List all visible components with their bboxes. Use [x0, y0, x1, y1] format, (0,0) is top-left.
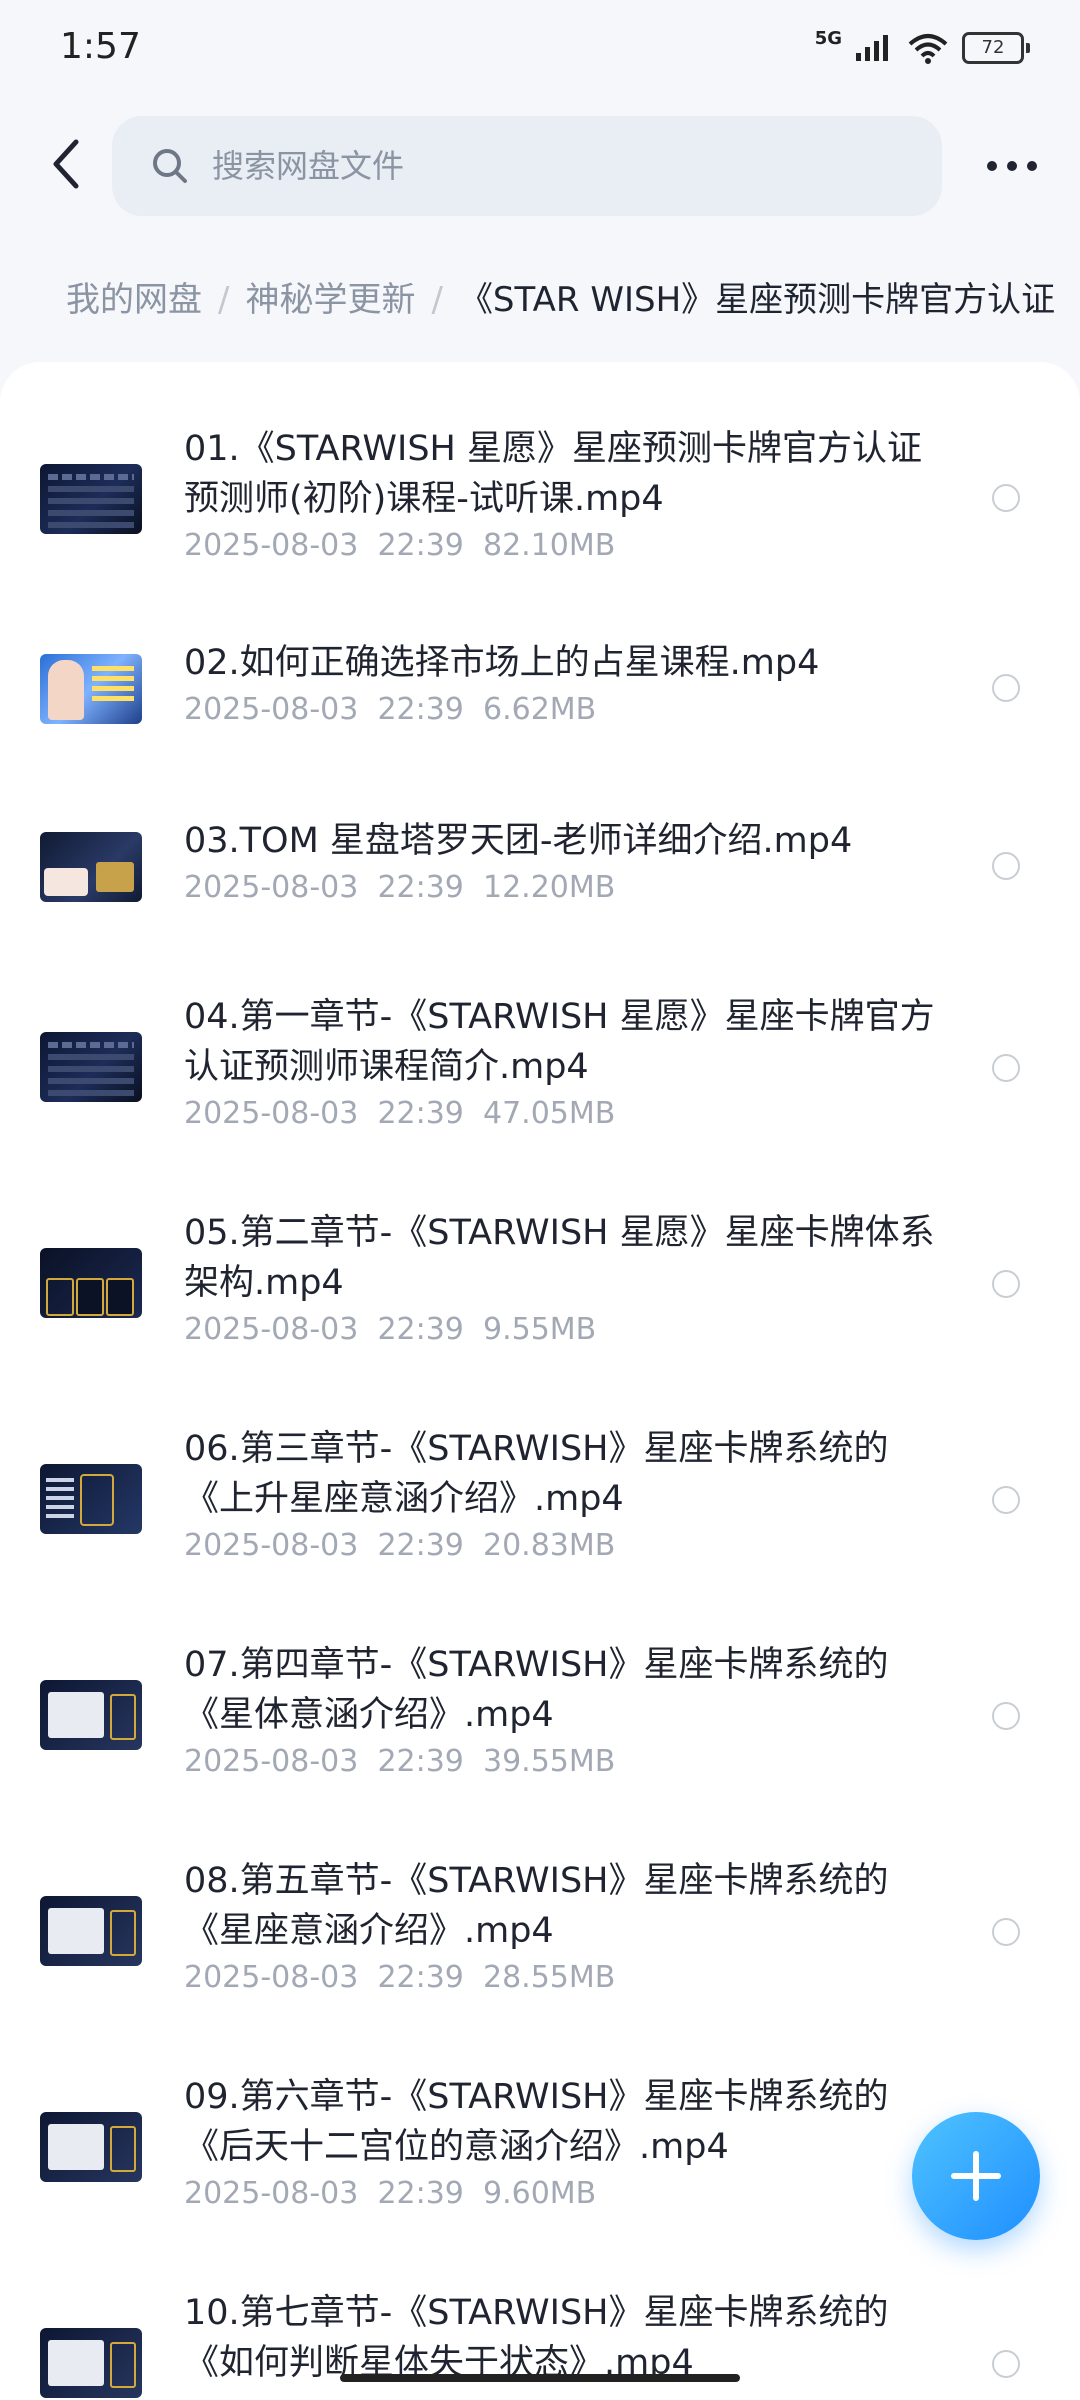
- file-date: 2025-08-03: [184, 528, 359, 563]
- file-name: 04.第一章节-《STARWISH 星愿》星座卡牌官方认证预测师课程简介.mp4: [184, 997, 935, 1087]
- select-checkbox[interactable]: [992, 1270, 1020, 1298]
- file-date: 2025-08-03: [184, 1312, 359, 1347]
- file-time: 22:39: [377, 1528, 464, 1563]
- video-thumbnail: [40, 638, 142, 740]
- breadcrumb: 我的网盘 / 神秘学更新 / 《STAR WISH》星座预测卡牌官方认证: [66, 272, 1080, 321]
- file-date: 2025-08-03: [184, 1744, 359, 1779]
- file-name: 06.第三章节-《STARWISH》星座卡牌系统的《上升星座意涵介绍》.mp4: [184, 1429, 889, 1519]
- file-size: 6.62MB: [482, 692, 597, 727]
- file-size: 82.10MB: [482, 528, 616, 563]
- file-time: 22:39: [377, 692, 464, 727]
- more-button[interactable]: [980, 136, 1044, 196]
- signal-icon: [856, 35, 888, 61]
- file-name: 02.如何正确选择市场上的占星课程.mp4: [184, 643, 820, 683]
- file-meta: 2025-08-03 22:39 82.10MB: [184, 528, 615, 563]
- chevron-left-icon: [53, 139, 79, 189]
- file-date: 2025-08-03: [184, 870, 359, 905]
- file-date: 2025-08-03: [184, 692, 359, 727]
- file-name: 07.第四章节-《STARWISH》星座卡牌系统的《星体意涵介绍》.mp4: [184, 1645, 889, 1735]
- select-checkbox[interactable]: [992, 2350, 1020, 2378]
- file-size: 39.55MB: [482, 1744, 616, 1779]
- file-size: 9.60MB: [482, 2176, 597, 2211]
- video-thumbnail: [40, 1664, 142, 1766]
- status-bar: 1:57 5G 72: [0, 0, 1080, 100]
- file-time: 22:39: [377, 1744, 464, 1779]
- breadcrumb-separator: /: [431, 280, 443, 320]
- video-thumbnail: [40, 1880, 142, 1982]
- video-thumbnail: [40, 448, 142, 550]
- file-name: 09.第六章节-《STARWISH》星座卡牌系统的《后天十二宫位的意涵介绍》.m…: [184, 2077, 889, 2167]
- file-size: 20.83MB: [482, 1528, 616, 1563]
- status-time: 1:57: [60, 26, 141, 67]
- file-time: 22:39: [377, 528, 464, 563]
- file-date: 2025-08-03: [184, 2176, 359, 2211]
- top-bar: [0, 110, 1080, 220]
- file-time: 22:39: [377, 1960, 464, 1995]
- file-size: 47.05MB: [482, 1096, 616, 1131]
- back-button[interactable]: [36, 134, 96, 194]
- file-size: 28.55MB: [482, 1960, 616, 1995]
- video-thumbnail: [40, 2312, 142, 2400]
- file-name: 01.《STARWISH 星愿》星座预测卡牌官方认证预测师(初阶)课程-试听课.…: [184, 429, 922, 519]
- file-meta: 2025-08-03 22:39 28.55MB: [184, 1960, 615, 1995]
- file-name: 10.第七章节-《STARWISH》星座卡牌系统的《如何判断星体失于状态》.mp…: [184, 2293, 889, 2383]
- file-size: 12.20MB: [482, 870, 616, 905]
- wifi-icon: [908, 34, 948, 64]
- file-meta: 2025-08-03 22:39 9.60MB: [184, 2176, 596, 2211]
- breadcrumb-item-current: 《STAR WISH》星座预测卡牌官方认证: [458, 280, 1056, 320]
- file-meta: 2025-08-03 22:39 47.05MB: [184, 1096, 615, 1131]
- battery-indicator: 72: [962, 32, 1030, 64]
- breadcrumb-item-folder[interactable]: 神秘学更新: [245, 280, 415, 320]
- file-meta: 2025-08-03 22:39 6.62MB: [184, 692, 596, 727]
- file-size: 9.55MB: [482, 1312, 597, 1347]
- plus-icon: [951, 2151, 1001, 2201]
- file-date: 2025-08-03: [184, 1960, 359, 1995]
- home-indicator[interactable]: [340, 2374, 740, 2382]
- file-time: 22:39: [377, 2176, 464, 2211]
- more-dots-icon: [987, 161, 1037, 171]
- select-checkbox[interactable]: [992, 1054, 1020, 1082]
- select-checkbox[interactable]: [992, 484, 1020, 512]
- video-thumbnail: [40, 1016, 142, 1118]
- file-time: 22:39: [377, 1312, 464, 1347]
- screen: 1:57 5G 72 搜索网盘文件 我的网盘 / 神秘学更新 / 《STAR W…: [0, 0, 1080, 2400]
- search-icon: [148, 144, 192, 188]
- file-meta: 2025-08-03 22:39 39.55MB: [184, 1744, 615, 1779]
- file-name: 08.第五章节-《STARWISH》星座卡牌系统的《星座意涵介绍》.mp4: [184, 1861, 889, 1951]
- select-checkbox[interactable]: [992, 1486, 1020, 1514]
- video-thumbnail: [40, 1232, 142, 1334]
- search-bar[interactable]: [112, 116, 942, 216]
- status-icons: 5G 72: [814, 27, 1030, 68]
- file-meta: 2025-08-03 22:39 20.83MB: [184, 1528, 615, 1563]
- file-time: 22:39: [377, 1096, 464, 1131]
- video-thumbnail: [40, 2096, 142, 2198]
- file-meta: 2025-08-03 22:39 9.55MB: [184, 1312, 596, 1347]
- video-thumbnail: [40, 816, 142, 918]
- file-name: 05.第二章节-《STARWISH 星愿》星座卡牌体系架构.mp4: [184, 1213, 935, 1303]
- select-checkbox[interactable]: [992, 1702, 1020, 1730]
- file-date: 2025-08-03: [184, 1096, 359, 1131]
- select-checkbox[interactable]: [992, 1918, 1020, 1946]
- breadcrumb-item-root[interactable]: 我的网盘: [66, 280, 202, 320]
- select-checkbox[interactable]: [992, 852, 1020, 880]
- file-name: 03.TOM 星盘塔罗天团-老师详细介绍.mp4: [184, 821, 853, 861]
- add-button[interactable]: [912, 2112, 1040, 2240]
- search-input[interactable]: [210, 146, 914, 186]
- file-date: 2025-08-03: [184, 1528, 359, 1563]
- network-type: 5G: [814, 27, 842, 49]
- video-thumbnail: [40, 1448, 142, 1550]
- select-checkbox[interactable]: [992, 674, 1020, 702]
- breadcrumb-separator: /: [218, 280, 230, 320]
- file-time: 22:39: [377, 870, 464, 905]
- file-meta: 2025-08-03 22:39 12.20MB: [184, 870, 615, 905]
- file-list: 01.《STARWISH 星愿》星座预测卡牌官方认证预测师(初阶)课程-试听课.…: [0, 362, 1080, 2400]
